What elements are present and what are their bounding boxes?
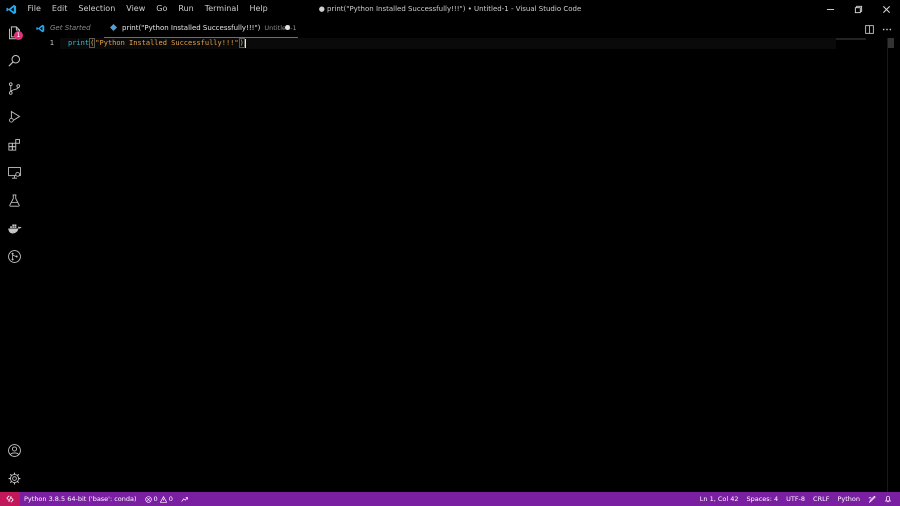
- file-encoding[interactable]: UTF-8: [782, 495, 809, 503]
- menu-bar: File Edit Selection View Go Run Terminal…: [22, 0, 273, 18]
- remote-explorer-icon: [7, 166, 21, 179]
- status-bar-right: Ln 1, Col 42 Spaces: 4 UTF-8 CRLF Python: [696, 492, 896, 506]
- end-of-line[interactable]: CRLF: [809, 495, 833, 503]
- line-number: 1: [49, 39, 54, 47]
- line-number-gutter: 1: [28, 38, 54, 49]
- python-file-icon: [110, 24, 117, 31]
- text-cursor: [244, 38, 246, 48]
- more-actions-button[interactable]: [882, 19, 892, 38]
- tab-get-started[interactable]: Get Started: [30, 18, 104, 38]
- warning-count: 0: [168, 495, 173, 503]
- remote-explorer-button[interactable]: [0, 158, 28, 186]
- manage-button[interactable]: [0, 464, 28, 492]
- python-interpreter[interactable]: Python 3.8.5 64-bit ('base': conda): [20, 495, 141, 503]
- code-editor[interactable]: 1 print("Python Installed Successfully!!…: [28, 38, 894, 492]
- explorer-badge: 1: [14, 31, 23, 40]
- activity-bar: 1: [0, 18, 28, 492]
- minimize-button[interactable]: [816, 0, 844, 18]
- vscode-logo-icon: [0, 0, 22, 18]
- live-share-button[interactable]: [177, 496, 193, 503]
- scrollbar-thumb[interactable]: [888, 38, 894, 48]
- menu-file[interactable]: File: [22, 0, 46, 18]
- status-bar: Python 3.8.5 64-bit ('base': conda) 0 0 …: [0, 492, 900, 506]
- code-line[interactable]: print("Python Installed Successfully!!!"…: [68, 38, 246, 49]
- vscode-logo-icon: [36, 24, 45, 33]
- explorer-button[interactable]: 1: [0, 18, 28, 46]
- tab-description: Untitled-1: [264, 23, 297, 32]
- feedback-button[interactable]: [864, 495, 880, 503]
- minimap[interactable]: [836, 38, 866, 40]
- remote-icon: [6, 495, 14, 503]
- extensions-icon: [7, 138, 20, 151]
- feedback-icon: [868, 495, 876, 503]
- menu-help[interactable]: Help: [244, 0, 273, 18]
- remote-indicator-button[interactable]: [0, 492, 20, 506]
- gitlens-icon: [7, 249, 21, 263]
- run-debug-button[interactable]: [0, 102, 28, 130]
- settings-gear-icon: [8, 472, 20, 484]
- run-debug-icon: [8, 110, 20, 123]
- testing-icon: [8, 193, 20, 207]
- vertical-scrollbar[interactable]: [887, 38, 894, 492]
- source-control-icon: [8, 81, 20, 95]
- tab-untitled-1[interactable]: print("Python Installed Successfully!!!"…: [104, 18, 298, 38]
- split-editor-button[interactable]: [865, 19, 874, 38]
- bell-icon: [884, 495, 892, 503]
- close-window-button[interactable]: [872, 0, 900, 18]
- menu-edit[interactable]: Edit: [46, 0, 73, 18]
- extensions-button[interactable]: [0, 130, 28, 158]
- tab-label: Get Started: [50, 24, 91, 32]
- cursor-position[interactable]: Ln 1, Col 42: [696, 495, 743, 503]
- unsaved-dot-icon[interactable]: [285, 25, 290, 30]
- split-editor-icon: [865, 24, 874, 34]
- error-count: 0: [153, 495, 158, 503]
- live-share-icon: [181, 496, 188, 502]
- docker-icon: [7, 223, 21, 233]
- minimize-icon: [826, 8, 834, 10]
- menu-terminal[interactable]: Terminal: [199, 0, 244, 18]
- code-token-string: "Python Installed Successfully!!!": [95, 39, 239, 47]
- code-token-function: print: [68, 39, 90, 47]
- problems-indicator[interactable]: 0 0: [141, 495, 177, 503]
- restore-icon: [854, 5, 862, 13]
- close-icon: [882, 5, 890, 13]
- docker-button[interactable]: [0, 214, 28, 242]
- accounts-button[interactable]: [0, 436, 28, 464]
- menu-selection[interactable]: Selection: [73, 0, 121, 18]
- warning-icon: [159, 495, 167, 503]
- error-icon: [144, 495, 152, 503]
- editor-tabs: Get Started print("Python Installed Succ…: [28, 18, 900, 38]
- ellipsis-icon: [882, 28, 892, 30]
- editor-actions: [865, 18, 892, 38]
- search-icon: [7, 54, 20, 67]
- restore-button[interactable]: [844, 0, 872, 18]
- account-icon: [7, 443, 21, 457]
- window-controls: [816, 0, 900, 18]
- source-control-button[interactable]: [0, 74, 28, 102]
- testing-button[interactable]: [0, 186, 28, 214]
- notifications-button[interactable]: [880, 495, 896, 503]
- menu-run[interactable]: Run: [173, 0, 199, 18]
- tab-label: print("Python Installed Successfully!!!"…: [122, 23, 261, 32]
- search-button[interactable]: [0, 46, 28, 74]
- menu-view[interactable]: View: [121, 0, 151, 18]
- language-mode[interactable]: Python: [833, 495, 864, 503]
- indentation[interactable]: Spaces: 4: [743, 495, 783, 503]
- menu-go[interactable]: Go: [151, 0, 173, 18]
- title-bar: File Edit Selection View Go Run Terminal…: [0, 0, 900, 18]
- gitlens-button[interactable]: [0, 242, 28, 270]
